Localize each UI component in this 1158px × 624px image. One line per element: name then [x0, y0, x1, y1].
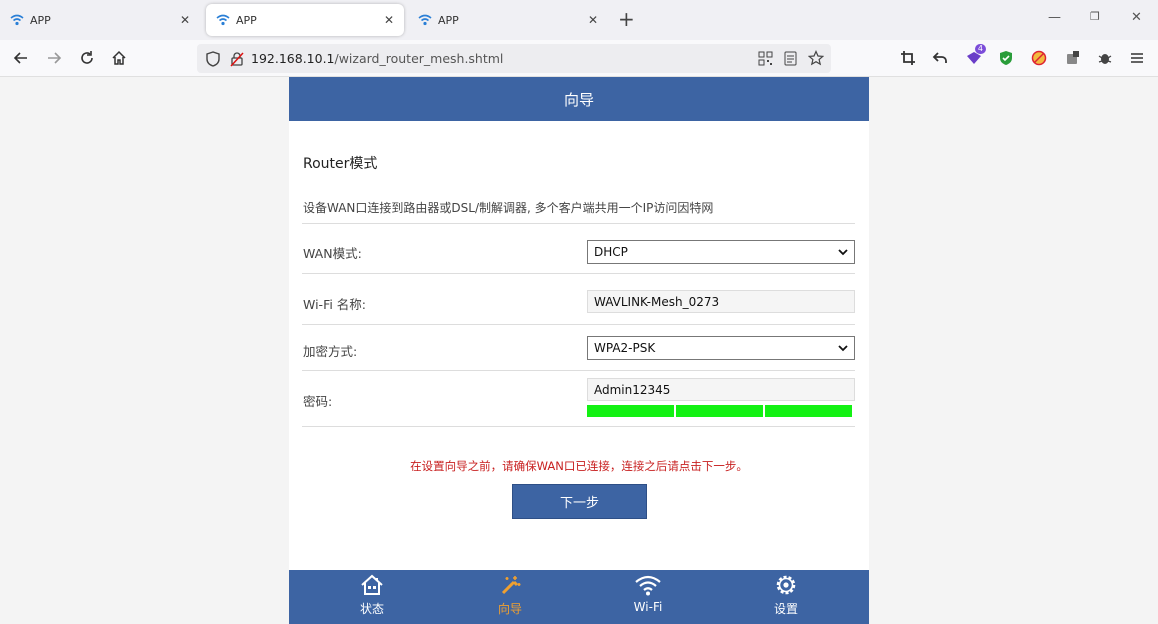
extension-purple-icon[interactable]: 4 — [965, 44, 986, 67]
wan-mode-value: DHCP — [594, 245, 628, 259]
tab-title: APP — [30, 13, 51, 27]
home-button[interactable] — [109, 48, 129, 68]
nav-wizard[interactable]: 向导 — [460, 570, 560, 624]
qr-code-icon[interactable] — [758, 51, 773, 66]
page-header: 向导 — [289, 77, 869, 121]
back-button[interactable] — [11, 48, 31, 68]
password-value: Admin12345 — [594, 382, 671, 397]
url-path: /wizard_router_mesh.shtml — [334, 51, 504, 66]
strength-segment — [587, 405, 674, 417]
extension-badge: 4 — [974, 44, 986, 54]
nav-wizard-label: 向导 — [497, 602, 522, 616]
wizard-wand-icon — [501, 576, 521, 595]
warning-message: 在设置向导之前，请确保WAN口已连接，连接之后请点击下一步。 — [410, 459, 748, 473]
password-label: 密码: — [303, 394, 333, 409]
wan-mode-select[interactable]: DHCP — [587, 240, 855, 264]
browser-tab[interactable]: APP ✕ — [0, 2, 200, 38]
address-bar[interactable]: 192.168.10.1/wizard_router_mesh.shtml — [197, 44, 831, 73]
insecure-lock-icon — [230, 51, 244, 67]
extension-puzzle-icon[interactable] — [1064, 49, 1082, 67]
wifi-icon — [216, 14, 230, 26]
divider — [302, 223, 855, 224]
encryption-select[interactable]: WPA2-PSK — [587, 336, 855, 360]
nav-wifi-label: Wi-Fi — [633, 600, 663, 614]
close-icon[interactable]: ✕ — [384, 13, 394, 27]
divider — [302, 324, 855, 325]
home-icon — [361, 574, 383, 595]
nav-status[interactable]: 状态 — [322, 570, 422, 624]
close-icon[interactable]: ✕ — [588, 13, 598, 27]
wifi-icon — [418, 14, 432, 26]
close-icon[interactable]: ✕ — [180, 13, 190, 27]
bottom-nav: 状态 向导 Wi-Fi 设置 — [289, 570, 869, 624]
router-wizard-page: 向导 Router模式 设备WAN口连接到路由器或DSL/制解调器, 多个客户端… — [289, 77, 869, 624]
page-title: 向导 — [563, 90, 594, 109]
nav-settings-label: 设置 — [773, 602, 798, 616]
mode-title: Router模式 — [303, 156, 378, 172]
browser-tab-active[interactable]: APP ✕ — [206, 4, 404, 36]
password-field[interactable]: Admin12345 — [587, 378, 855, 401]
blocker-icon[interactable] — [1030, 49, 1048, 67]
encryption-label: 加密方式: — [303, 344, 358, 359]
reload-button[interactable] — [77, 48, 97, 68]
window-close-button[interactable]: ✕ — [1131, 10, 1142, 25]
arrow-right-icon — [48, 52, 62, 64]
wifi-name-label: Wi-Fi 名称: — [303, 297, 367, 312]
divider — [302, 426, 855, 427]
arrow-left-icon — [13, 52, 27, 64]
chevron-down-icon — [838, 249, 848, 256]
wan-mode-label: WAN模式: — [303, 246, 362, 261]
password-strength-meter — [587, 405, 852, 417]
shield-check-icon[interactable] — [997, 49, 1015, 67]
forward-button[interactable] — [44, 48, 64, 68]
nav-wifi[interactable]: Wi-Fi — [598, 570, 698, 624]
nav-status-label: 状态 — [359, 602, 384, 616]
restore-button[interactable]: ❐ — [1090, 10, 1100, 23]
divider — [302, 273, 855, 274]
new-tab-button[interactable]: + — [618, 8, 635, 30]
url-host: 192.168.10.1 — [251, 51, 335, 66]
reader-view-icon[interactable] — [783, 51, 798, 66]
encryption-value: WPA2-PSK — [594, 341, 656, 355]
tab-title: APP — [236, 13, 257, 27]
divider — [302, 370, 855, 371]
url-text[interactable]: 192.168.10.1/wizard_router_mesh.shtml — [251, 51, 503, 66]
bookmark-star-icon[interactable] — [808, 50, 824, 66]
browser-tab[interactable]: APP ✕ — [408, 2, 608, 38]
mode-description: 设备WAN口连接到路由器或DSL/制解调器, 多个客户端共用一个IP访问因特网 — [303, 201, 714, 215]
bug-icon[interactable] — [1096, 49, 1114, 67]
wifi-name-value: WAVLINK-Mesh_0273 — [594, 294, 720, 309]
chevron-down-icon — [838, 345, 848, 352]
minimize-button[interactable]: — — [1048, 10, 1061, 25]
shield-icon — [206, 50, 220, 67]
browser-nav-bar: 192.168.10.1/wizard_router_mesh.shtml 4 — [0, 40, 1158, 77]
menu-hamburger-icon[interactable] — [1128, 49, 1146, 67]
reload-icon — [81, 51, 93, 64]
undo-icon[interactable] — [931, 49, 949, 67]
wifi-icon — [10, 14, 24, 26]
crop-icon[interactable] — [899, 49, 917, 67]
browser-tab-strip: APP ✕ APP ✕ APP ✕ + — ❐ ✕ — [0, 0, 1158, 40]
tab-title: APP — [438, 13, 459, 27]
wifi-icon — [635, 575, 661, 596]
gear-icon — [776, 575, 796, 595]
home-icon — [112, 50, 126, 65]
strength-segment — [765, 405, 852, 417]
strength-segment — [676, 405, 763, 417]
nav-settings[interactable]: 设置 — [736, 570, 836, 624]
wifi-name-field[interactable]: WAVLINK-Mesh_0273 — [587, 290, 855, 313]
next-step-button[interactable]: 下一步 — [512, 484, 647, 519]
